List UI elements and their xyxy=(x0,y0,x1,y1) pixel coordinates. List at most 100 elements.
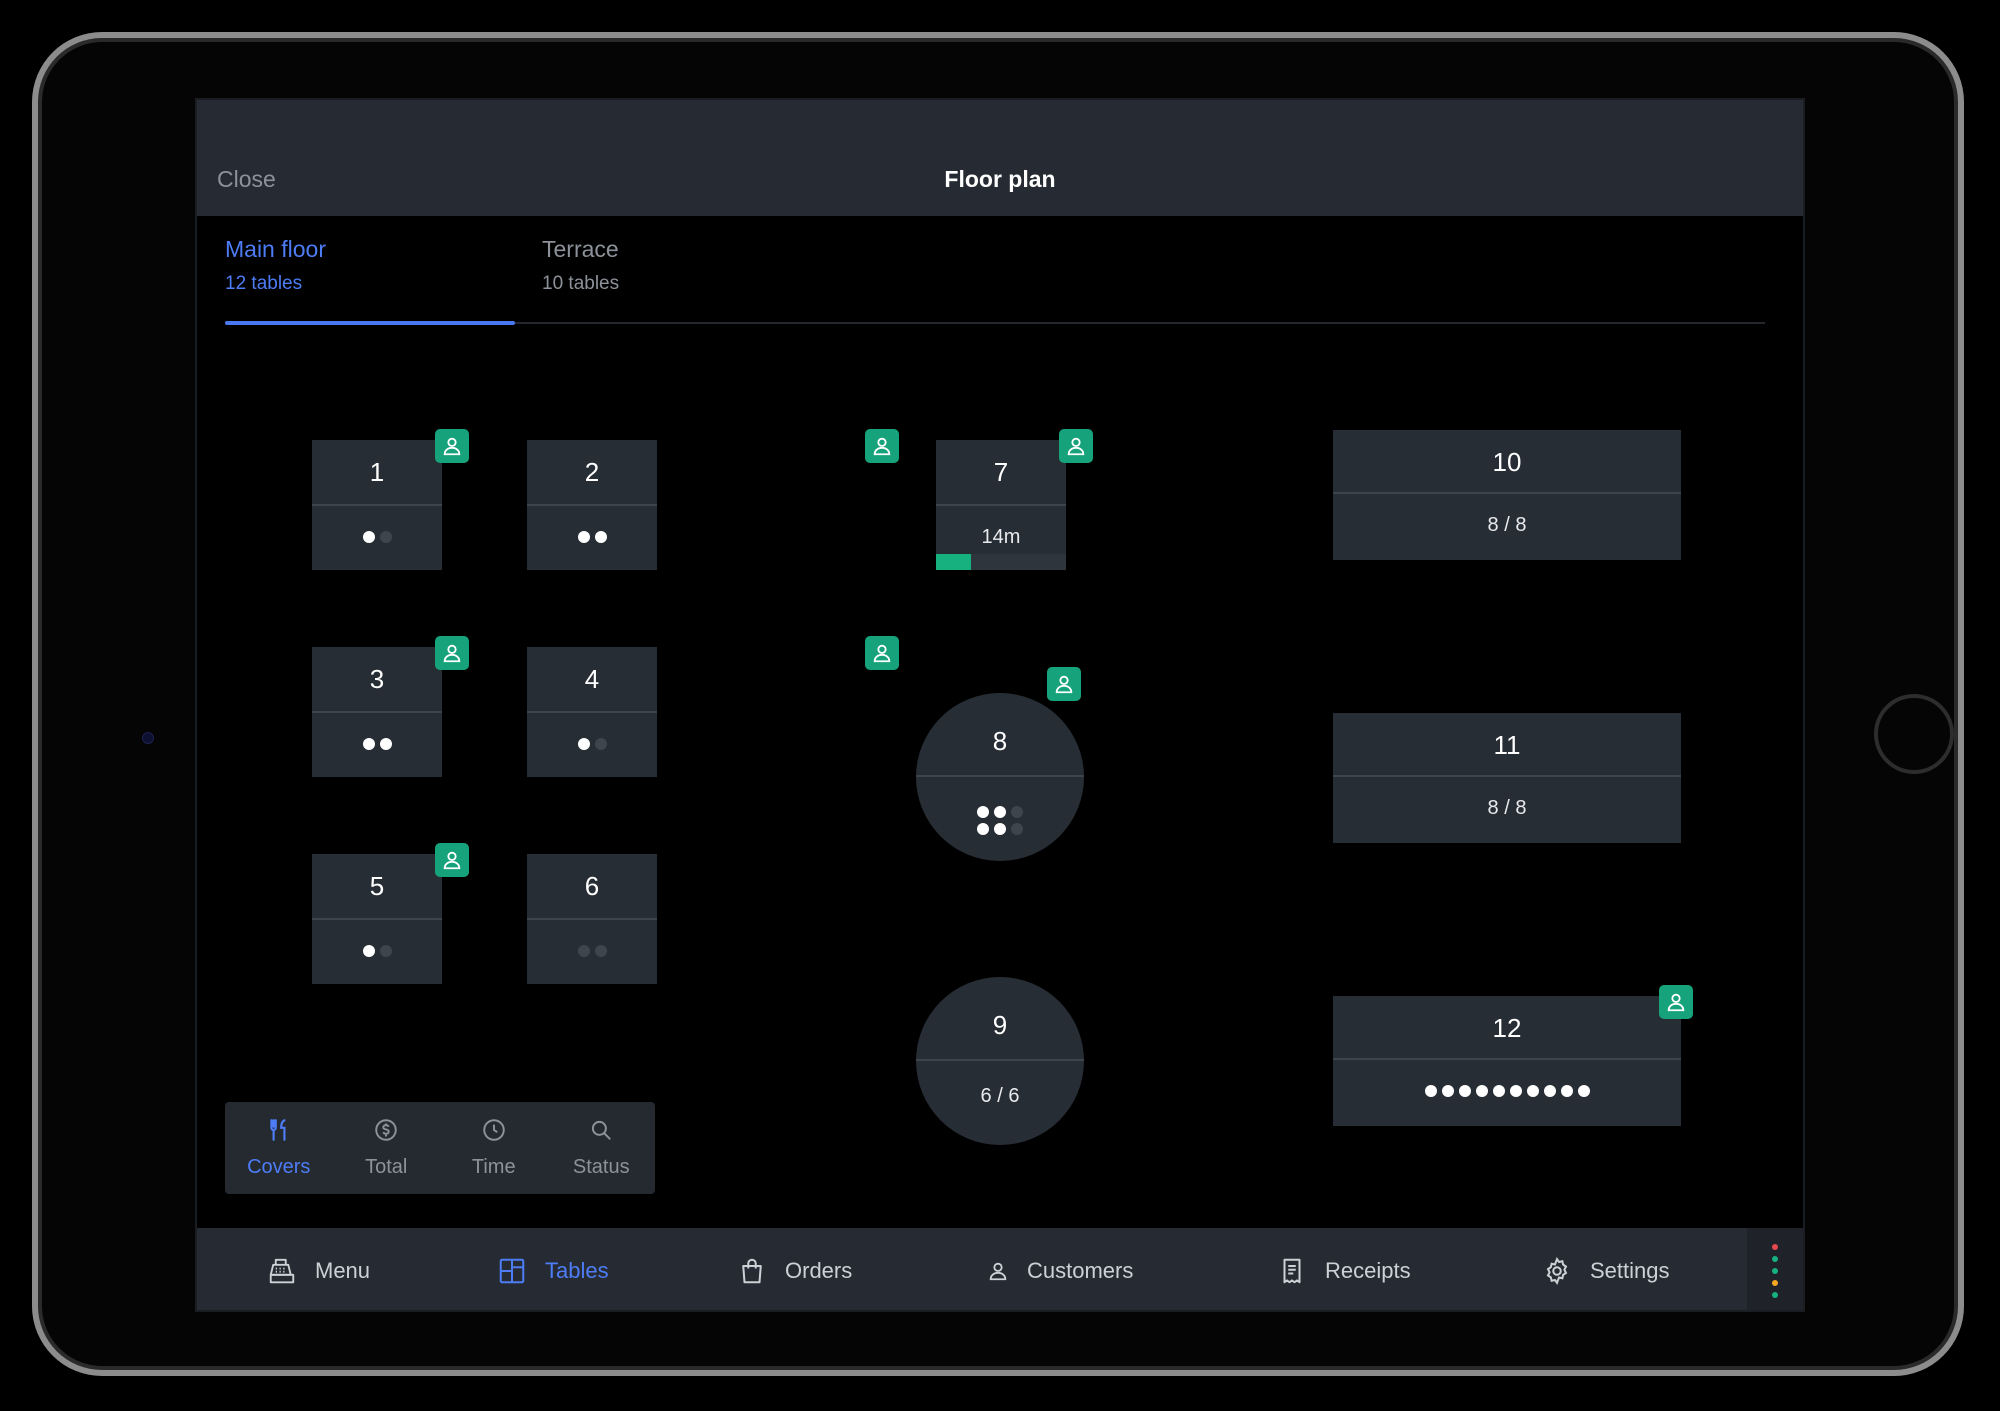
nav-tables[interactable]: Tables xyxy=(497,1228,609,1310)
covers-dots xyxy=(362,945,392,957)
nav-receipts[interactable]: Receipts xyxy=(1277,1228,1411,1310)
bottom-navigation: Menu Tables Orders Customers Receipts Setting… xyxy=(197,1228,1803,1310)
receipt-icon xyxy=(1277,1256,1307,1286)
header-bar: Close Floor plan xyxy=(197,100,1803,216)
table-divider xyxy=(936,504,1066,506)
camera-dot xyxy=(142,732,154,744)
cover-dot-empty xyxy=(594,945,607,957)
cover-dot-empty xyxy=(577,945,590,957)
table-divider xyxy=(1333,1058,1681,1060)
nav-menu[interactable]: Menu xyxy=(267,1228,371,1310)
status-dot xyxy=(1772,1280,1778,1286)
tab-terrace[interactable]: Terrace 10 tables xyxy=(542,236,619,295)
cover-dot-filled xyxy=(1441,1085,1454,1097)
view-mode-toggle: Covers Total Time Status xyxy=(225,1102,655,1194)
tab-main-floor-name: Main floor xyxy=(225,236,326,262)
view-option-time[interactable]: Time xyxy=(440,1102,548,1194)
table-10[interactable]: 10 8 / 8 xyxy=(1333,430,1681,560)
tab-terrace-count: 10 tables xyxy=(542,273,620,294)
nav-label: Tables xyxy=(545,1258,609,1283)
cover-dot-filled xyxy=(1543,1085,1556,1097)
view-option-label: Status xyxy=(572,1156,630,1178)
table-1[interactable]: 1 xyxy=(312,429,469,570)
view-option-covers[interactable]: Covers xyxy=(225,1102,333,1194)
table-time-progress-fill xyxy=(936,554,972,570)
cover-dot-filled xyxy=(1475,1085,1488,1097)
bag-icon xyxy=(737,1256,767,1286)
connection-status-indicator[interactable] xyxy=(1747,1228,1803,1310)
table-4[interactable]: 4 xyxy=(527,636,899,777)
covers-dots xyxy=(577,531,607,543)
guest-user-icon xyxy=(1659,985,1693,1019)
table-divider xyxy=(312,711,442,713)
table-divider xyxy=(312,504,442,506)
covers-dots xyxy=(362,531,392,543)
table-2[interactable]: 2 xyxy=(527,429,899,570)
table-covers-dots xyxy=(312,940,442,963)
cover-dot-filled xyxy=(1424,1085,1437,1097)
cover-dot-filled xyxy=(379,738,392,750)
home-button[interactable] xyxy=(1874,694,1954,774)
cover-dot-filled xyxy=(1509,1085,1522,1097)
cover-dot-filled xyxy=(1526,1085,1539,1097)
covers-dots xyxy=(977,806,1023,835)
cover-dot-filled xyxy=(1458,1085,1471,1097)
table-12[interactable]: 12 xyxy=(1333,985,1693,1126)
cover-dot-filled xyxy=(994,823,1006,835)
table-elapsed-time: 14m xyxy=(981,526,1021,548)
table-covers-ratio: 6 / 6 xyxy=(980,1085,1020,1107)
view-option-label: Total xyxy=(365,1156,408,1178)
table-divider xyxy=(527,918,657,920)
dollar-icon xyxy=(373,1117,399,1148)
table-covers-dots xyxy=(1333,1080,1681,1103)
view-option-status[interactable]: Status xyxy=(548,1102,656,1194)
guest-user-icon xyxy=(435,429,469,463)
active-tab-indicator xyxy=(225,321,515,325)
gear-icon xyxy=(1542,1256,1572,1286)
table-covers-dots xyxy=(527,733,657,756)
cover-dot-filled xyxy=(577,738,590,750)
table-6[interactable]: 6 xyxy=(527,854,657,984)
app-screen: Close Floor plan Main floor 12 tables Te… xyxy=(195,98,1805,1312)
covers-dots xyxy=(577,945,607,957)
cover-dot-filled xyxy=(1492,1085,1505,1097)
table-divider xyxy=(916,775,1084,777)
nav-label: Menu xyxy=(315,1258,371,1283)
view-option-label: Time xyxy=(471,1156,516,1178)
user-icon xyxy=(987,1260,1009,1282)
table-number: 7 xyxy=(993,457,1009,487)
cover-dot-empty xyxy=(379,945,392,957)
table-number: 11 xyxy=(1493,730,1521,760)
table-number: 1 xyxy=(369,457,385,487)
table-11[interactable]: 11 8 / 8 xyxy=(1333,713,1681,843)
nav-orders[interactable]: Orders xyxy=(737,1228,852,1310)
guest-user-icon xyxy=(1059,429,1093,463)
cover-dot-empty xyxy=(594,738,607,750)
table-number: 4 xyxy=(584,664,600,694)
table-covers-dots xyxy=(312,733,442,756)
cover-dot-filled xyxy=(594,531,607,543)
cutlery-icon xyxy=(266,1117,292,1148)
cover-dot-filled xyxy=(362,531,375,543)
tab-main-floor-count: 12 tables xyxy=(225,273,303,294)
tab-main-floor[interactable]: Main floor 12 tables xyxy=(225,236,326,295)
table-divider xyxy=(1333,492,1681,494)
cover-dot-empty xyxy=(379,531,392,543)
table-covers-dots xyxy=(527,940,657,963)
table-7[interactable]: 7 14m xyxy=(936,429,1093,570)
table-8[interactable]: 8 xyxy=(916,667,1084,861)
cover-dot-filled xyxy=(994,806,1006,818)
nav-label: Customers xyxy=(1027,1258,1134,1283)
table-number: 12 xyxy=(1492,1013,1522,1043)
table-number: 8 xyxy=(992,726,1008,756)
nav-settings[interactable]: Settings xyxy=(1542,1228,1670,1310)
nav-customers[interactable]: Customers xyxy=(987,1228,1134,1310)
table-5[interactable]: 5 xyxy=(312,843,469,984)
table-3[interactable]: 3 xyxy=(312,636,469,777)
table-number: 10 xyxy=(1492,447,1522,477)
table-9[interactable]: 9 6 / 6 xyxy=(916,977,1084,1145)
table-divider xyxy=(916,1059,1084,1061)
view-option-total[interactable]: Total xyxy=(333,1102,441,1194)
table-number: 2 xyxy=(584,457,600,487)
cover-dot-empty xyxy=(1011,806,1023,818)
